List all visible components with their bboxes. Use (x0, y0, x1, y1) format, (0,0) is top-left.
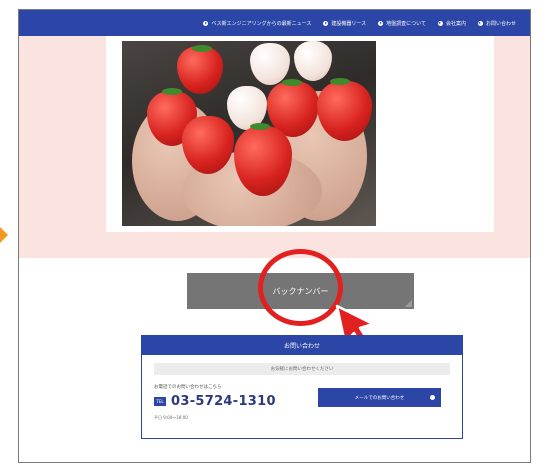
tel-badge: TEL (154, 397, 166, 406)
strawberry-leaf (282, 79, 302, 86)
nav-item-news[interactable]: ベス新エンジニアリングからの最新ニュース (203, 20, 311, 27)
strawberry-leaf (250, 123, 270, 130)
arrow-circle-icon (430, 395, 435, 400)
tel-number[interactable]: 03-5724-1310 (171, 394, 276, 409)
strawberry-leaf (330, 78, 350, 85)
nav-item-label: 会社案内 (445, 20, 466, 27)
white-strawberry (250, 43, 290, 85)
mail-form-button[interactable]: メールでのお問い合わせ (318, 388, 441, 407)
strawberry-photo (122, 41, 376, 226)
contact-note: お電話でのお問い合わせはこちら (154, 385, 222, 390)
browser-frame: ベス新エンジニアリングからの最新ニュース 建設機器リース 地盤調査について 会社… (18, 9, 531, 463)
arrow-circle-icon (323, 20, 329, 26)
arrow-circle-icon (378, 20, 384, 26)
arrow-circle-icon (203, 20, 209, 26)
white-strawberry (294, 41, 332, 81)
nav-item-label: ベス新エンジニアリングからの最新ニュース (211, 20, 312, 27)
nav-item-label: 建設機器リース (331, 20, 367, 27)
nav-item-company[interactable]: 会社案内 (437, 20, 466, 27)
business-hours: 平日 9:00〜18:00 (154, 415, 188, 420)
strawberry-leaf (162, 88, 182, 95)
top-navigation: ベス新エンジニアリングからの最新ニュース 建設機器リース 地盤調査について 会社… (19, 10, 530, 36)
arrow-circle-icon (437, 20, 443, 26)
tel-row: TEL 03-5724-1310 (154, 394, 276, 409)
strawberry-leaf (192, 45, 212, 52)
nav-item-label: お問い合わせ (485, 20, 516, 27)
mail-form-label: メールでのお問い合わせ (354, 395, 405, 401)
nav-item-survey[interactable]: 地盤調査について (378, 20, 426, 27)
strawberry (177, 46, 223, 94)
contact-box: お問い合わせ お気軽にお問い合わせください お電話でのお問い合わせはこちら TE… (141, 335, 463, 439)
nav-item-lease[interactable]: 建設機器リース (323, 20, 366, 27)
nav-item-label: 地盤調査について (386, 20, 426, 27)
nav-item-contact[interactable]: お問い合わせ (477, 20, 516, 27)
corner-triangle-icon (405, 300, 412, 307)
arrow-circle-icon (477, 20, 483, 26)
contact-body: お電話でのお問い合わせはこちら TEL 03-5724-1310 平日 9:00… (142, 375, 462, 435)
contact-subtitle: お気軽にお問い合わせください (154, 363, 450, 375)
contact-header: お問い合わせ (142, 336, 462, 355)
orange-arrow-marker (0, 227, 8, 243)
